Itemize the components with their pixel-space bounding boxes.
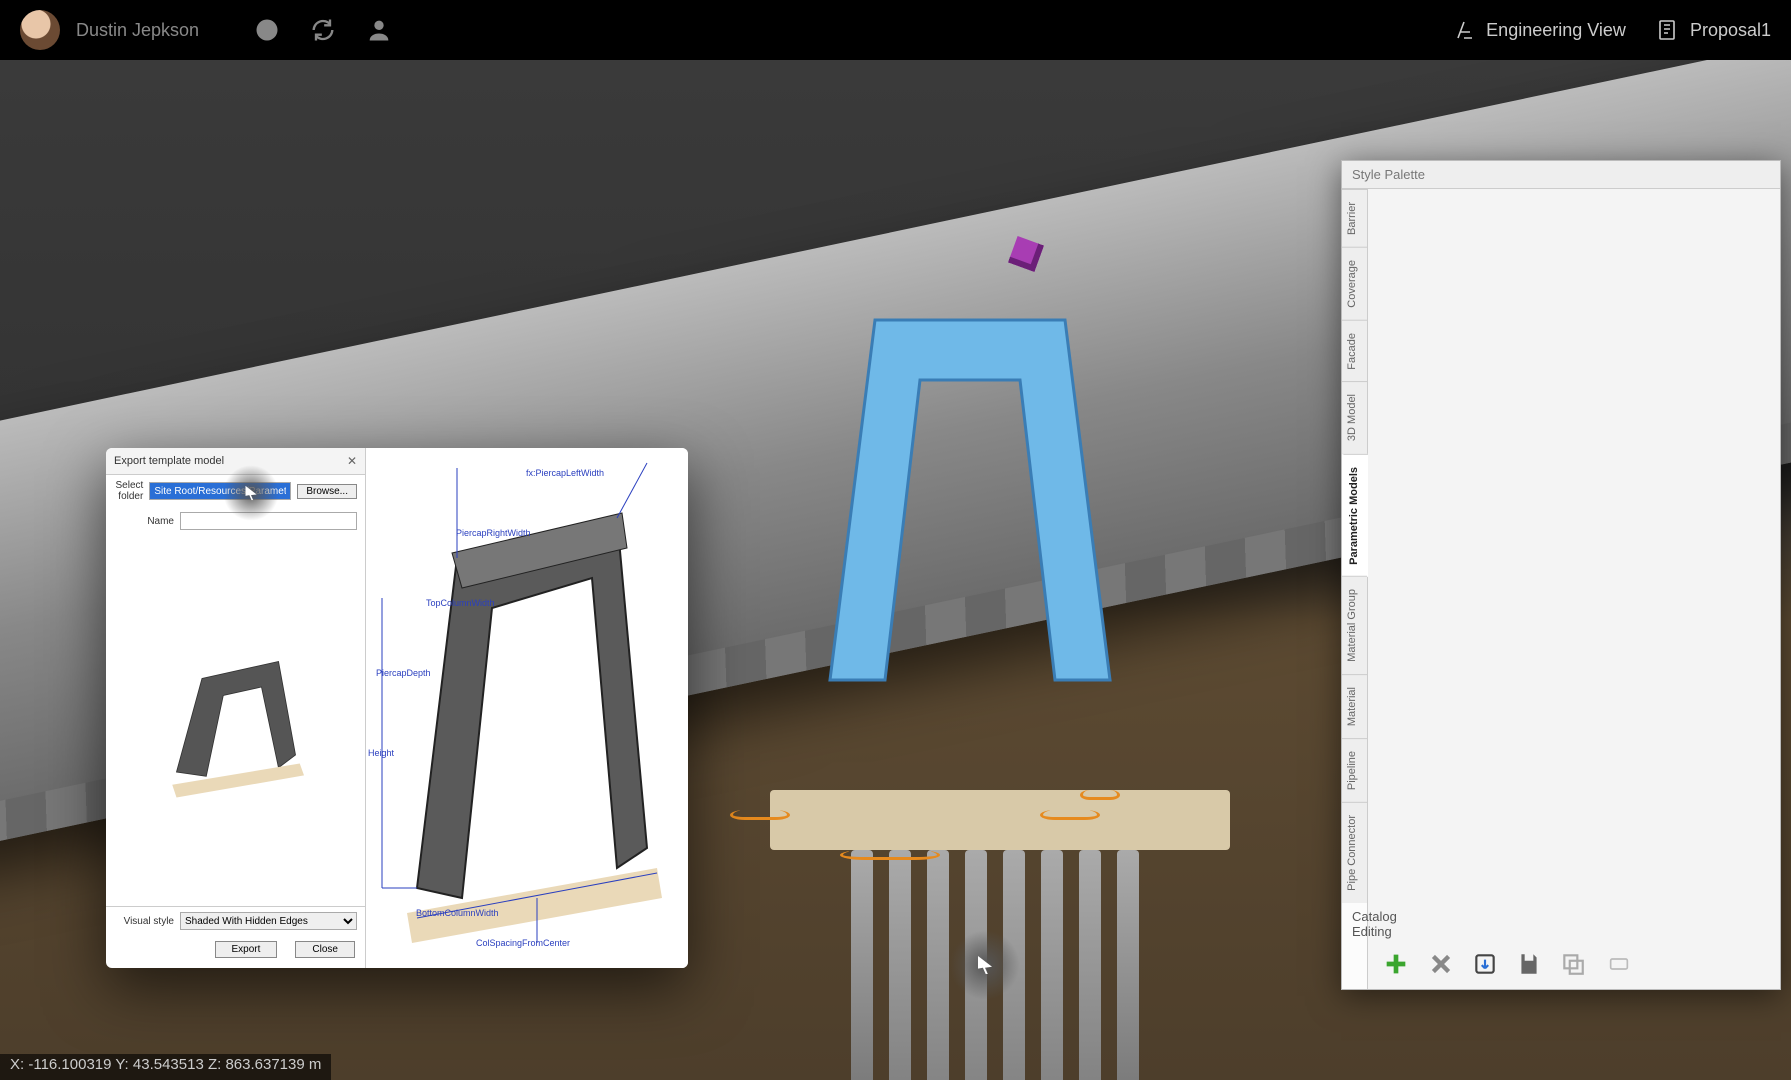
- rotate-gizmo[interactable]: [730, 810, 790, 820]
- rename-icon[interactable]: [1604, 949, 1634, 979]
- catalog-toolbar: [1342, 945, 1392, 989]
- style-palette-panel: Style Palette Barrier Coverage Facade 3D…: [1341, 160, 1781, 990]
- pier-diagram: [366, 448, 688, 968]
- sync-icon[interactable]: [309, 16, 337, 44]
- cursor-indicator: [950, 930, 1020, 1000]
- engineering-view-label: Engineering View: [1486, 20, 1626, 41]
- pier-arch: [820, 310, 1120, 690]
- dialog-title: Export template model: [114, 455, 224, 467]
- export-button[interactable]: Export: [215, 941, 278, 958]
- anno-col-spacing: ColSpacingFromCenter: [476, 938, 570, 948]
- save-iconon[interactable]: [1516, 949, 1542, 979]
- person-icon[interactable]: [365, 16, 393, 44]
- tab-barrier[interactable]: Barrier: [1342, 189, 1367, 247]
- export-preview: [106, 535, 365, 906]
- panel-title[interactable]: Style Palette: [1342, 161, 1780, 189]
- export-template-inset: Export template model ✕ Select folder Br…: [106, 448, 688, 968]
- tab-3d-model[interactable]: 3D Model: [1342, 381, 1367, 453]
- pier-base: [770, 790, 1230, 850]
- topbar-right: Engineering View Proposal1: [1452, 18, 1771, 42]
- cursor-indicator: [223, 465, 279, 521]
- visual-style-select[interactable]: Shaded With Hidden Edges: [180, 912, 357, 930]
- tab-material-group[interactable]: Material Group: [1342, 576, 1367, 674]
- engineering-view-button[interactable]: Engineering View: [1452, 18, 1626, 42]
- annotated-diagram: fx:PiercapLeftWidth PiercapRightWidth To…: [366, 448, 688, 968]
- avatar[interactable]: [20, 10, 60, 50]
- anno-top-col-width: TopColumnWidth: [426, 598, 495, 608]
- folder-label: Select folder: [114, 480, 143, 502]
- add-icon[interactable]: [1382, 949, 1410, 979]
- anno-piercap-left: fx:PiercapLeftWidth: [526, 468, 604, 478]
- rotate-gizmo[interactable]: [840, 850, 940, 860]
- comment-icon[interactable]: [253, 16, 281, 44]
- copy-icon[interactable]: [1560, 949, 1586, 979]
- palette-category-tabs: Barrier Coverage Facade 3D Model Paramet…: [1342, 189, 1368, 989]
- topbar: Dustin Jepkson Engineering View Proposal…: [0, 0, 1791, 60]
- visual-style-label: Visual style: [114, 916, 174, 927]
- delete-icon[interactable]: [1428, 949, 1454, 979]
- tab-facade[interactable]: Facade: [1342, 320, 1367, 382]
- user-name: Dustin Jepkson: [76, 20, 199, 41]
- catalog-editing-heading: Catalog Editing: [1342, 903, 1367, 945]
- tab-parametric-models[interactable]: Parametric Models: [1342, 454, 1368, 577]
- anno-height: Height: [368, 748, 394, 758]
- anno-bottom-col: BottomColumnWidth: [416, 908, 499, 918]
- proposal-label: Proposal1: [1690, 20, 1771, 41]
- import-icon[interactable]: [1472, 949, 1498, 979]
- rotate-gizmo[interactable]: [1080, 790, 1120, 800]
- close-icon[interactable]: ✕: [347, 454, 357, 468]
- close-button[interactable]: Close: [295, 941, 355, 958]
- tab-material[interactable]: Material: [1342, 674, 1367, 738]
- anno-piercap-depth: PiercapDepth: [376, 668, 431, 678]
- browse-button[interactable]: Browse...: [297, 484, 357, 499]
- anno-piercap-right: PiercapRightWidth: [456, 528, 531, 538]
- name-label: Name: [114, 516, 174, 527]
- rotate-gizmo[interactable]: [1040, 810, 1100, 820]
- tab-pipeline[interactable]: Pipeline: [1342, 738, 1367, 802]
- tab-pipe-connector[interactable]: Pipe Connector: [1342, 802, 1367, 903]
- tab-coverage[interactable]: Coverage: [1342, 247, 1367, 320]
- proposal-button[interactable]: Proposal1: [1656, 18, 1771, 42]
- coordinate-readout: X: -116.100319 Y: 43.543513 Z: 863.63713…: [0, 1054, 331, 1080]
- export-template-dialog: Export template model ✕ Select folder Br…: [106, 448, 366, 968]
- selected-pier[interactable]: [780, 480, 1210, 940]
